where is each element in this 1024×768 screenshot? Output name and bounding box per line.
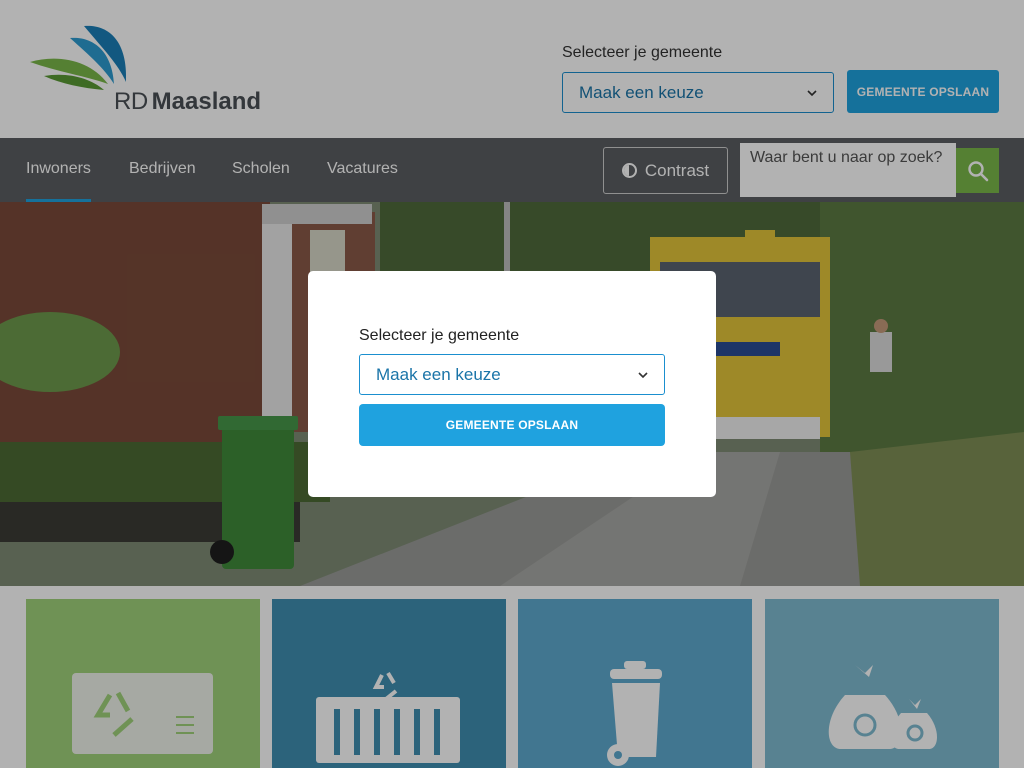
modal-select-value: Maak een keuze xyxy=(376,364,501,384)
municipality-modal: Selecteer je gemeente Maak een keuze GEM… xyxy=(308,271,716,497)
chevron-down-icon xyxy=(638,371,648,378)
modal-municipality-select[interactable]: Maak een keuze xyxy=(359,354,665,395)
modal-save-button[interactable]: GEMEENTE OPSLAAN xyxy=(359,404,665,446)
modal-municipality-label: Selecteer je gemeente xyxy=(359,327,520,344)
